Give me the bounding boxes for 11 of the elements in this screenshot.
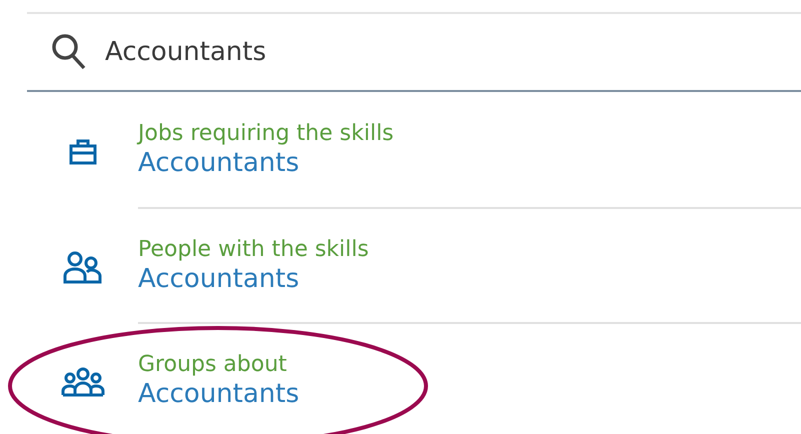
briefcase-icon bbox=[68, 138, 96, 164]
suggestion-query[interactable]: Accountants bbox=[138, 264, 300, 294]
suggestion-query[interactable]: Accountants bbox=[138, 148, 300, 178]
people-icon bbox=[62, 250, 102, 284]
suggestion-title[interactable]: People with the skills bbox=[138, 237, 369, 262]
group-icon bbox=[60, 366, 104, 396]
suggestion-title[interactable]: Jobs requiring the skills bbox=[138, 121, 394, 146]
suggestion-query[interactable]: Accountants bbox=[138, 379, 300, 409]
search-icon bbox=[51, 33, 87, 71]
suggestion-title[interactable]: Groups about bbox=[138, 352, 287, 377]
search-field[interactable]: Accountants bbox=[105, 37, 605, 67]
